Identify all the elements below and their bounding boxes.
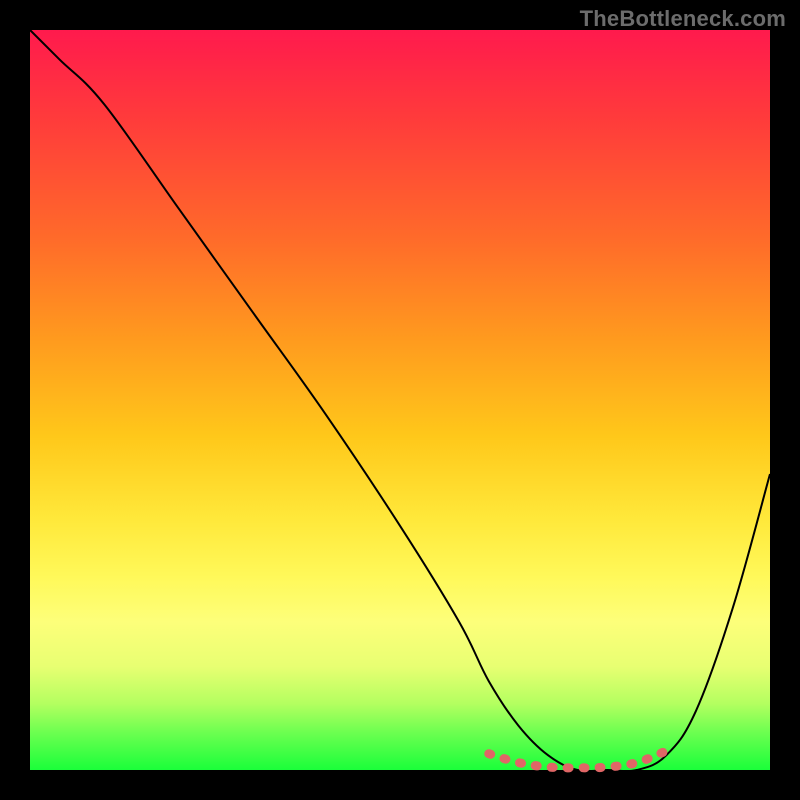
- chart-frame: TheBottleneck.com: [0, 0, 800, 800]
- watermark-label: TheBottleneck.com: [580, 6, 786, 32]
- chart-svg: [30, 30, 770, 770]
- plot-area: [30, 30, 770, 770]
- bottleneck-curve: [30, 30, 770, 771]
- optimal-band: [489, 751, 667, 768]
